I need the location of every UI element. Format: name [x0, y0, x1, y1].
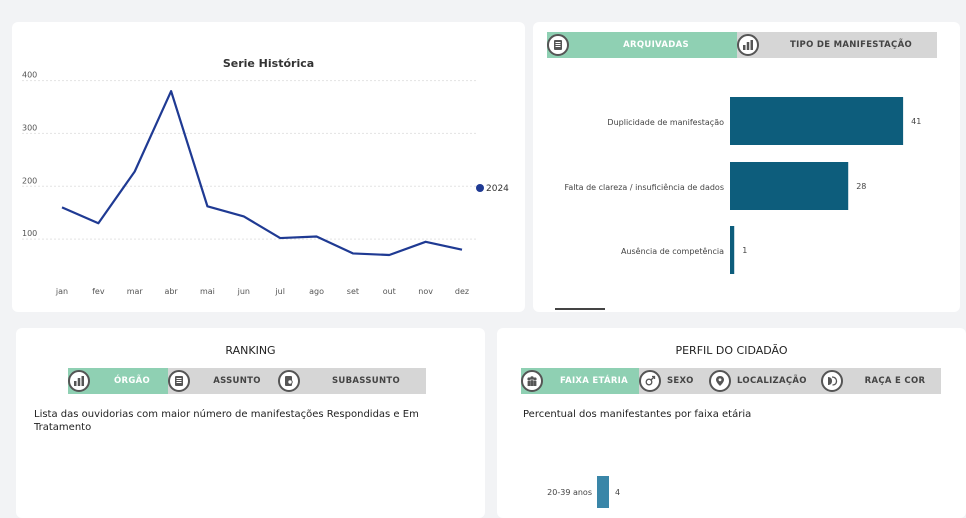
ranking-description: Lista das ouvidorias com maior número de… [34, 409, 419, 433]
ranking-title: RANKING [225, 344, 276, 357]
bar-value-label: 28 [856, 182, 866, 191]
x-tick-label: set [347, 287, 359, 296]
tab-subassunto-label: SUBASSUNTO [332, 376, 400, 386]
x-tick-label: mar [127, 287, 144, 296]
x-tick-label: dez [455, 287, 469, 296]
x-tick-label: jan [55, 287, 68, 296]
x-tick-label: mai [200, 287, 215, 296]
y-tick-label: 300 [22, 123, 37, 132]
series-line-2024 [61, 90, 463, 257]
tipo-manifestacao-chart: Duplicidade de manifestação 41 Falta de cl… [565, 97, 921, 274]
tab-assunto-label: ASSUNTO [213, 376, 261, 386]
legend-marker [476, 184, 484, 192]
bar [730, 162, 849, 210]
x-tick-label: jul [274, 287, 285, 296]
bar-category-label: Ausência de competência [621, 246, 724, 256]
tab-orgao[interactable]: ÓRGÃO [68, 368, 168, 394]
x-tick-label: jun [237, 287, 250, 296]
y-tick-label: 200 [22, 176, 37, 185]
bar-value-label: 1 [742, 246, 747, 255]
scroll-hint [555, 308, 605, 310]
ranking-panel: RANKING ÓRGÃO ASSUNTO SUBASSUNTO Lista d… [16, 328, 485, 518]
serie-historica-chart: 400 300 200 100 jan fev mar abr mai jun jul ago set o… [22, 71, 509, 296]
bar [730, 97, 904, 145]
tab-assunto[interactable]: ASSUNTO [168, 368, 278, 394]
bar-value-label: 41 [911, 117, 921, 126]
tab-orgao-label: ÓRGÃO [113, 376, 151, 386]
x-tick-label: abr [164, 287, 178, 296]
x-tick-label: ago [309, 287, 324, 296]
perfil-cidadao-panel: PERFIL DO CIDADÃO FAIXA ETÁRIA SEXO LOCA… [497, 328, 966, 518]
x-tick-label: out [383, 287, 396, 296]
x-tick-label: nov [418, 287, 433, 296]
bar-category-label: Duplicidade de manifestação [607, 118, 724, 127]
tipo-manifestacao-panel: ARQUIVADAS TIPO DE MANIFESTAÇÃO Duplicid… [533, 22, 960, 312]
ranking-tabbar: ÓRGÃO ASSUNTO SUBASSUNTO [68, 368, 426, 394]
legend-label: 2024 [486, 184, 509, 194]
bar-chart-icon [68, 370, 90, 392]
y-tick-label: 100 [22, 229, 37, 238]
bar-value-label: 4 [615, 488, 620, 497]
bar-category-label: 20-39 anos [547, 488, 592, 497]
search-document-icon [278, 370, 300, 392]
tab-subassunto[interactable]: SUBASSUNTO [278, 368, 426, 394]
document-icon [168, 370, 190, 392]
x-tick-label: fev [92, 287, 105, 296]
y-tick-label: 400 [22, 71, 37, 80]
bar-category-label: Falta de clareza / insuficiência de dado… [565, 182, 724, 192]
serie-historica-panel: Serie Histórica 400 300 200 100 jan fev mar abr… [12, 22, 525, 312]
faixa-etaria-chart: 20-39 anos 4 [547, 476, 620, 508]
bar [730, 226, 735, 274]
bar [597, 476, 609, 508]
